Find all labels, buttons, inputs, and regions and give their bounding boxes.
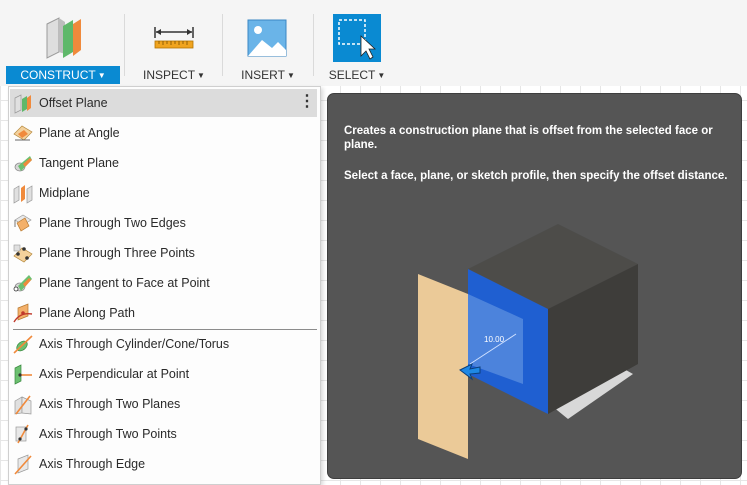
menu-item-axis-edge[interactable]: Axis Through Edge (10, 450, 317, 478)
toolbar: CONSTRUCT ▼ INSPECT ▼ INSERT ▼ SELECT ▼ (0, 0, 747, 86)
menu-item-tangent-plane[interactable]: Tangent Plane (10, 149, 317, 177)
plane-three-points-icon (13, 244, 33, 263)
midplane-icon (13, 185, 33, 204)
insert-menu-label[interactable]: INSERT ▼ (230, 66, 306, 84)
menu-item-offset-plane[interactable]: Offset Plane ⋮ (10, 89, 317, 117)
menu-item-label: Axis Through Two Points (39, 427, 177, 441)
offset-plane-icon (14, 94, 31, 114)
menu-item-label: Tangent Plane (39, 156, 119, 170)
menu-item-label: Plane Through Two Edges (39, 216, 186, 230)
menu-item-axis-two-planes[interactable]: Axis Through Two Planes (10, 390, 317, 418)
caret-down-icon: ▼ (286, 71, 295, 80)
construct-dropdown-menu: Offset Plane ⋮ Plane at Angle Tangent Pl… (8, 86, 321, 485)
measure-ruler-icon (154, 27, 194, 49)
menu-item-plane-along-path[interactable]: Plane Along Path (10, 299, 317, 327)
menu-item-plane-at-angle[interactable]: Plane at Angle (10, 119, 317, 147)
tooltip-instructions: Select a face, plane, or sketch profile,… (344, 170, 728, 182)
offset-plane-tooltip: Creates a construction plane that is off… (327, 93, 742, 479)
tooltip-description: Creates a construction plane that is off… (344, 125, 713, 151)
caret-down-icon: ▼ (377, 71, 386, 80)
toolbar-separator (313, 14, 314, 76)
construct-menu-label[interactable]: CONSTRUCT ▼ (6, 66, 120, 84)
tangent-plane-icon (14, 156, 32, 172)
offset-plane-illustration: 10.00 (418, 224, 638, 459)
inspect-menu-label[interactable]: INSPECT ▼ (134, 66, 214, 84)
more-options-icon[interactable]: ⋮ (299, 93, 315, 113)
caret-down-icon: ▼ (197, 71, 205, 80)
menu-item-label: Axis Through Cylinder/Cone/Torus (39, 337, 230, 351)
menu-item-midplane[interactable]: Midplane (10, 179, 317, 207)
menu-item-axis-two-points[interactable]: Axis Through Two Points (10, 420, 317, 448)
menu-item-plane-two-edges[interactable]: Plane Through Two Edges (10, 209, 317, 237)
menu-item-label: Plane at Angle (39, 126, 120, 140)
menu-item-label: Axis Through Two Planes (39, 397, 181, 411)
toolbar-separator (124, 14, 125, 76)
axis-two-planes-icon (14, 395, 32, 415)
menu-item-plane-tangent-face-point[interactable]: Plane Tangent to Face at Point (10, 269, 317, 297)
axis-perpendicular-point-icon (14, 364, 32, 385)
select-group[interactable]: SELECT ▼ (322, 0, 392, 86)
toolbar-separator (222, 14, 223, 76)
menu-item-plane-three-points[interactable]: Plane Through Three Points (10, 239, 317, 267)
menu-item-label: Plane Through Three Points (39, 246, 195, 260)
construct-group[interactable]: CONSTRUCT ▼ (6, 0, 120, 86)
plane-along-path-icon (13, 303, 33, 323)
menu-item-label: Plane Tangent to Face at Point (39, 276, 210, 290)
inspect-group[interactable]: INSPECT ▼ (134, 0, 214, 86)
plane-at-angle-icon (13, 125, 33, 141)
plane-two-edges-icon (14, 214, 32, 232)
construct-planes-icon (46, 17, 81, 59)
insert-image-icon (247, 19, 287, 57)
menu-item-label: Plane Along Path (39, 306, 135, 320)
insert-group[interactable]: INSERT ▼ (230, 0, 306, 86)
axis-cylinder-icon (13, 335, 33, 354)
menu-item-label: Axis Through Edge (39, 457, 146, 471)
offset-dimension-label: 10.00 (484, 335, 505, 344)
plane-tangent-face-point-icon (13, 275, 32, 292)
select-window-icon (333, 14, 381, 62)
menu-item-label: Midplane (39, 186, 90, 200)
caret-down-icon: ▼ (97, 71, 106, 80)
menu-item-axis-cylinder[interactable]: Axis Through Cylinder/Cone/Torus (10, 330, 317, 358)
offset-construction-plane (418, 274, 468, 459)
menu-item-label: Offset Plane (39, 96, 108, 110)
axis-two-points-icon (15, 424, 29, 444)
menu-item-axis-perpendicular-point[interactable]: Axis Perpendicular at Point (10, 360, 317, 388)
axis-edge-icon (14, 454, 32, 475)
menu-item-label: Axis Perpendicular at Point (39, 367, 190, 381)
select-menu-label[interactable]: SELECT ▼ (322, 66, 392, 84)
